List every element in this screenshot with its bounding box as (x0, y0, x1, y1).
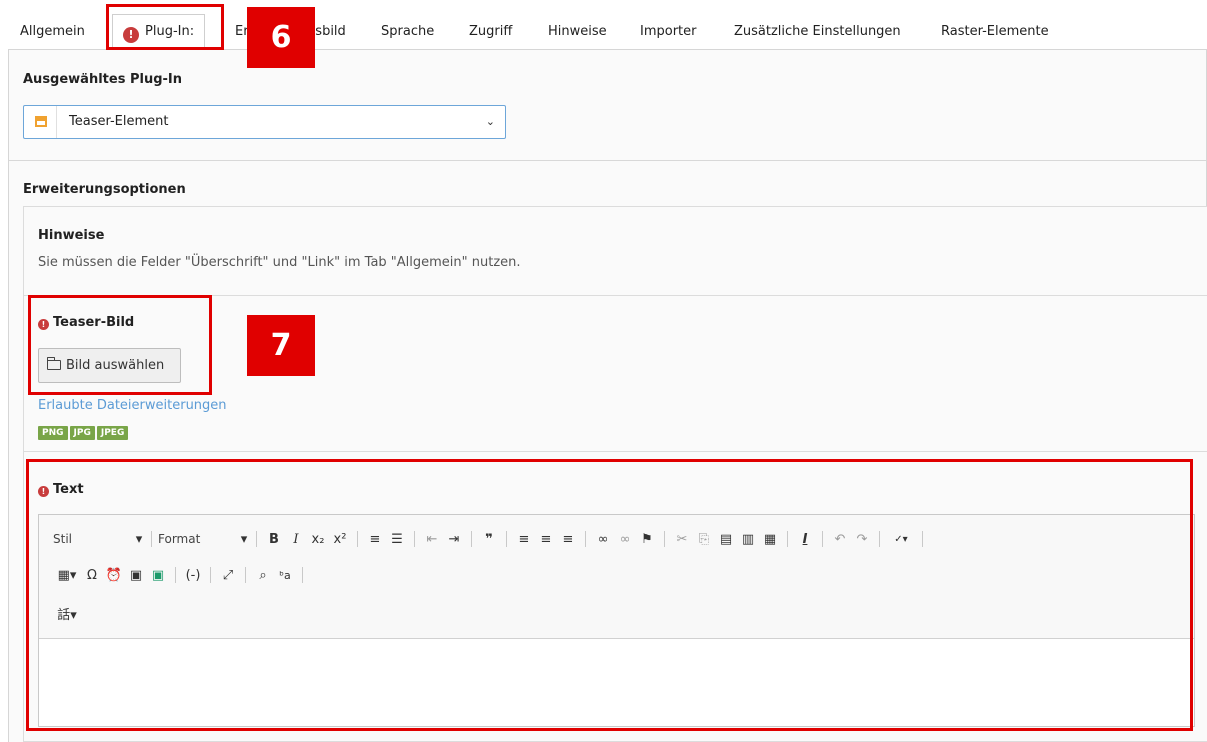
badge-jpeg: JPEG (96, 426, 129, 440)
tab-allgemein[interactable]: Allgemein (20, 14, 85, 50)
annotation-box-text-editor (26, 459, 1193, 731)
badge-png: PNG (38, 426, 68, 440)
tab-importer[interactable]: Importer (640, 14, 697, 50)
annotation-box-plugin-tab (106, 4, 224, 50)
extension-badges: PNG JPG JPEG (38, 420, 130, 440)
tab-hinweise[interactable]: Hinweise (548, 14, 607, 50)
hint-text: Sie müssen die Felder "Überschrift" und … (38, 255, 521, 270)
field-separator (24, 451, 1207, 452)
allowed-extensions-label: Erlaubte Dateierweiterungen (38, 398, 227, 413)
annotation-box-teaser-image (28, 295, 212, 395)
chevron-down-icon: ⌄ (485, 115, 495, 128)
plugin-select[interactable]: Teaser-Element ⌄ (23, 105, 506, 139)
badge-jpg: JPG (69, 426, 95, 440)
tab-raster-elemente[interactable]: Raster-Elemente (941, 14, 1049, 50)
annotation-marker-6: 6 (247, 7, 315, 68)
content-element-icon (35, 116, 47, 127)
plugin-select-value: Teaser-Element (69, 114, 169, 129)
tab-zusaetzliche-einstellungen[interactable]: Zusätzliche Einstellungen (734, 14, 901, 50)
annotation-marker-7: 7 (247, 315, 315, 376)
divider (9, 160, 1206, 161)
extension-section-title: Erweiterungsoptionen (23, 182, 186, 197)
tab-zugriff[interactable]: Zugriff (469, 14, 512, 50)
hint-title: Hinweise (38, 228, 105, 243)
tab-sprache[interactable]: Sprache (381, 14, 434, 50)
plugin-section-title: Ausgewähltes Plug-In (23, 72, 182, 87)
